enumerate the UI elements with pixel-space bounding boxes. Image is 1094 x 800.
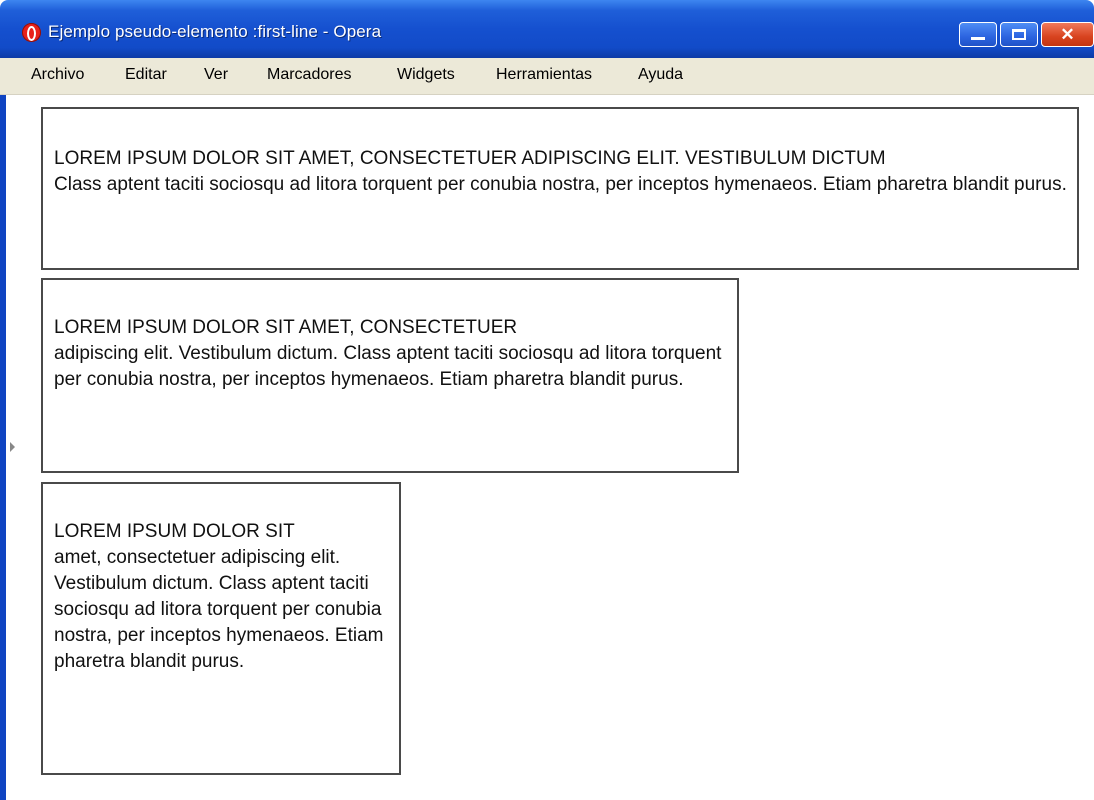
menu-herramientas[interactable]: Herramientas bbox=[496, 66, 592, 84]
minimize-button[interactable] bbox=[959, 22, 997, 47]
menu-ver[interactable]: Ver bbox=[204, 66, 228, 84]
paragraph-box-narrow: LOREM IPSUM DOLOR SIT amet, consectetuer… bbox=[41, 482, 401, 775]
maximize-icon bbox=[1012, 29, 1026, 40]
side-panel-arrow-icon[interactable] bbox=[10, 442, 15, 452]
close-icon: ✕ bbox=[1060, 25, 1075, 44]
window-left-border bbox=[0, 95, 6, 800]
menu-editar[interactable]: Editar bbox=[125, 66, 167, 84]
opera-logo-icon bbox=[22, 23, 41, 42]
menu-marcadores[interactable]: Marcadores bbox=[267, 66, 351, 84]
close-button[interactable]: ✕ bbox=[1041, 22, 1094, 47]
minimize-icon bbox=[971, 37, 985, 40]
paragraph-box-wide: LOREM IPSUM DOLOR SIT AMET, CONSECTETUER… bbox=[41, 107, 1079, 270]
browser-window: Ejemplo pseudo-elemento :first-line - Op… bbox=[0, 0, 1094, 800]
menu-ayuda[interactable]: Ayuda bbox=[638, 66, 683, 84]
paragraph-first-line: LOREM IPSUM DOLOR SIT AMET, CONSECTETUER bbox=[54, 317, 518, 338]
menu-archivo[interactable]: Archivo bbox=[31, 66, 84, 84]
title-bar[interactable]: Ejemplo pseudo-elemento :first-line - Op… bbox=[0, 0, 1094, 58]
menu-bar: Archivo Editar Ver Marcadores Widgets He… bbox=[0, 58, 1094, 95]
maximize-button[interactable] bbox=[1000, 22, 1038, 47]
window-title: Ejemplo pseudo-elemento :first-line - Op… bbox=[48, 22, 382, 41]
paragraph-text: adipiscing elit. Vestibulum dictum. Clas… bbox=[54, 343, 722, 390]
paragraph-box-medium: LOREM IPSUM DOLOR SIT AMET, CONSECTETUER… bbox=[41, 278, 739, 473]
paragraph-text: amet, consectetuer adipiscing elit. Vest… bbox=[54, 547, 384, 672]
paragraph-first-line: LOREM IPSUM DOLOR SIT AMET, CONSECTETUER… bbox=[54, 148, 886, 169]
menu-widgets[interactable]: Widgets bbox=[397, 66, 455, 84]
paragraph-text: Class aptent taciti sociosqu ad litora t… bbox=[54, 174, 1067, 195]
paragraph-first-line: LOREM IPSUM DOLOR SIT bbox=[54, 521, 295, 542]
